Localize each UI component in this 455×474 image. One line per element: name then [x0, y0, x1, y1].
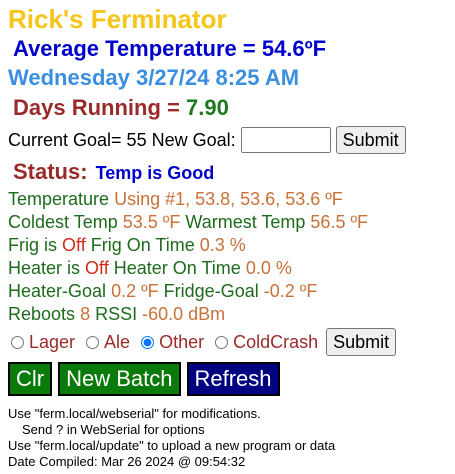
rssi-label: RSSI [95, 304, 138, 324]
note-update: Use "ferm.local/update" to upload a new … [8, 438, 336, 453]
goal-submit-button[interactable]: Submit [335, 126, 406, 154]
frig-state: Off [62, 235, 86, 255]
temperature-label: Temperature [8, 189, 110, 209]
mode-label-coldcrash: ColdCrash [233, 332, 319, 352]
heater-goal-label: Heater-Goal [8, 281, 107, 301]
mode-radio-other[interactable] [141, 335, 155, 349]
note-send-options: Send ? in WebSerial for options [22, 422, 205, 437]
coldest-label: Coldest Temp [8, 212, 118, 232]
heater-line: Heater is Off Heater On Time 0.0 % [8, 257, 448, 280]
average-temperature: Average Temperature = 54.6ºF [13, 36, 327, 61]
status-row: Status: Temp is Good [13, 159, 448, 185]
mode-form: Lager Ale Other ColdCrash Submit [8, 328, 448, 356]
frig-line: Frig is Off Frig On Time 0.3 % [8, 234, 448, 257]
refresh-button[interactable]: Refresh [186, 362, 280, 396]
days-running: Days Running = 7.90 [13, 94, 448, 122]
coldest-value: 53.5 ºF [122, 212, 181, 232]
reboots-label: Reboots [8, 304, 76, 324]
current-datetime: Wednesday 3/27/24 8:25 AM [8, 65, 300, 90]
clr-button[interactable]: Clr [8, 362, 53, 396]
mode-submit-button[interactable]: Submit [326, 328, 397, 356]
mode-radio-coldcrash[interactable] [215, 335, 229, 349]
mode-label-ale: Ale [104, 332, 131, 352]
warmest-value: 56.5 ºF [310, 212, 369, 232]
mode-label-other: Other [159, 332, 205, 352]
goal-form: Current Goal= 55 New Goal: Submit [8, 126, 448, 154]
ferminator-page: Rick's Ferminator Average Temperature = … [8, 4, 448, 470]
cold-warm-line: Coldest Temp 53.5 ºF Warmest Temp 56.5 º… [8, 211, 448, 234]
status-value: Temp is Good [95, 163, 215, 183]
new-goal-input[interactable] [240, 127, 331, 153]
heater-on-label: Heater On Time [113, 258, 241, 278]
frig-label: Frig is [8, 235, 57, 255]
current-goal-label: Current Goal= 55 New Goal: [8, 130, 236, 150]
heater-state: Off [85, 258, 109, 278]
note-webserial: Use "ferm.local/webserial" for modificat… [8, 406, 261, 421]
mode-label-lager: Lager [29, 332, 76, 352]
days-running-value: 7.90 [185, 95, 229, 120]
frig-on-value: 0.3 % [199, 235, 246, 255]
frig-on-label: Frig On Time [90, 235, 195, 255]
new-batch-button[interactable]: New Batch [58, 362, 181, 396]
help-notes: Use "ferm.local/webserial" for modificat… [8, 406, 448, 470]
action-buttons: Clr New Batch Refresh [8, 362, 448, 396]
page-title: Rick's Ferminator [8, 4, 227, 34]
fridge-goal-value: -0.2 ºF [263, 281, 318, 301]
heater-goal-value: 0.2 ºF [111, 281, 159, 301]
days-running-label: Days Running = [13, 95, 186, 120]
warmest-label: Warmest Temp [185, 212, 306, 232]
reboot-rssi-line: Reboots 8 RSSI -60.0 dBm [8, 303, 448, 326]
temperature-value: Using #1, 53.8, 53.6, 53.6 ºF [114, 189, 343, 209]
rssi-value: -60.0 dBm [142, 304, 226, 324]
mode-radio-ale[interactable] [86, 335, 100, 349]
goal-diff-line: Heater-Goal 0.2 ºF Fridge-Goal -0.2 ºF [8, 280, 448, 303]
reboots-value: 8 [80, 304, 91, 324]
note-compiled: Date Compiled: Mar 26 2024 @ 09:54:32 [8, 454, 246, 469]
status-label: Status: [13, 159, 88, 184]
fridge-goal-label: Fridge-Goal [163, 281, 259, 301]
heater-on-value: 0.0 % [245, 258, 292, 278]
heater-label: Heater is [8, 258, 81, 278]
mode-radio-lager[interactable] [11, 335, 24, 349]
temperature-line: Temperature Using #1, 53.8, 53.6, 53.6 º… [8, 188, 448, 211]
